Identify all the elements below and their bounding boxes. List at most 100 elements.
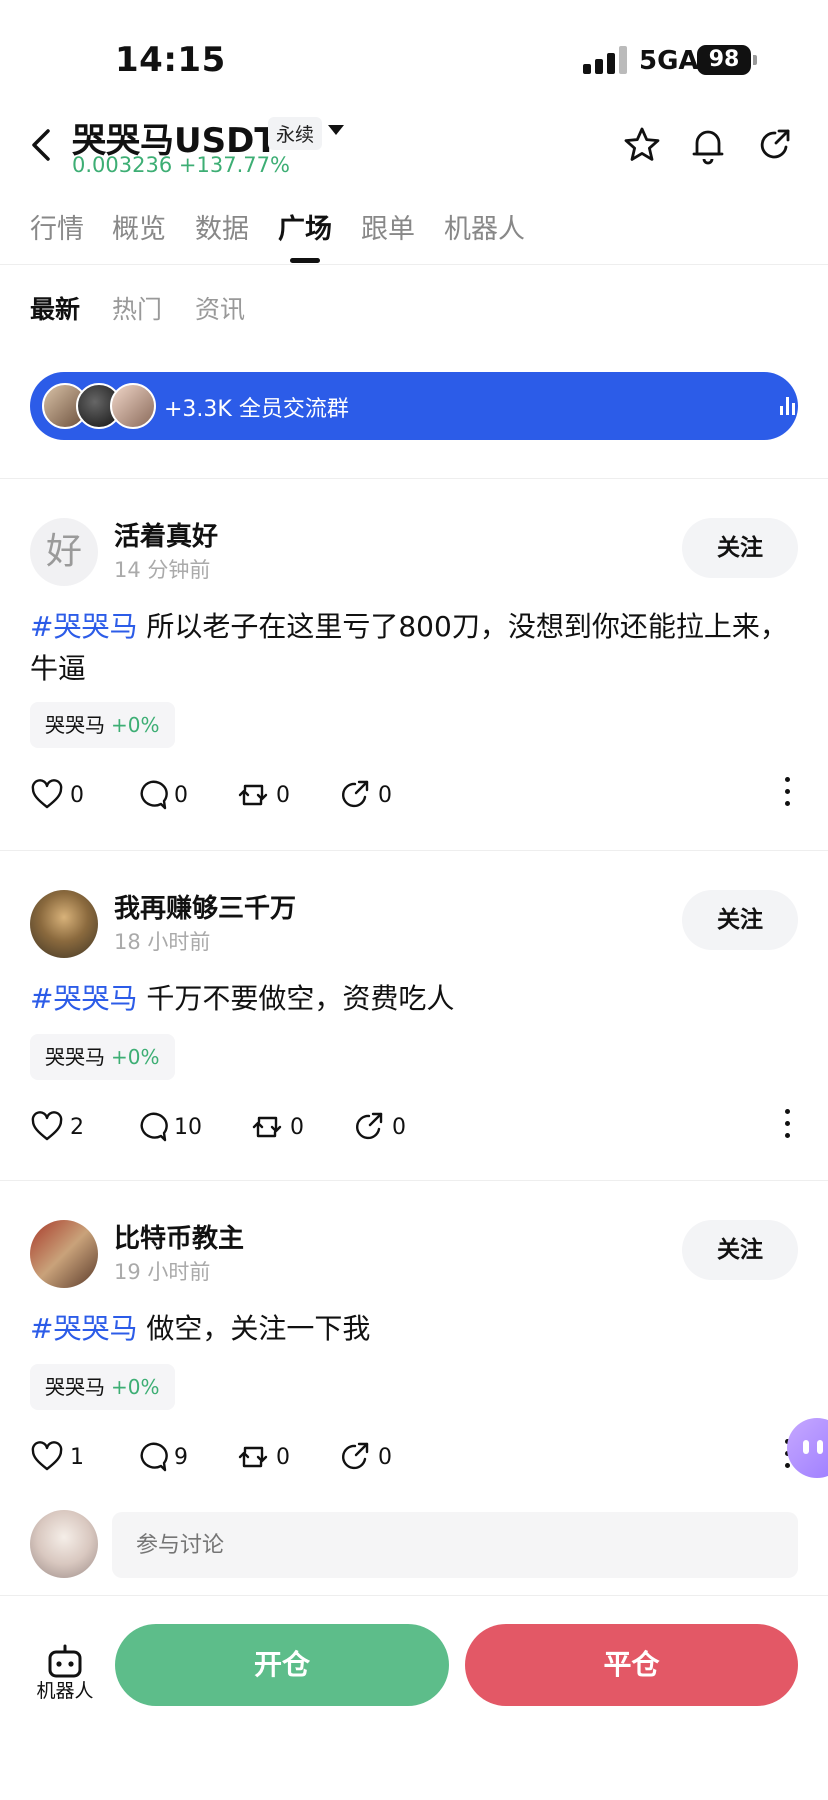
tab-data[interactable]: 数据	[195, 207, 249, 246]
status-time: 14:15	[115, 40, 226, 80]
comment-icon	[140, 1442, 168, 1472]
post-text: 做空，关注一下我	[137, 1312, 371, 1345]
share-button[interactable]: 0	[352, 1107, 406, 1147]
comment-count: 0	[174, 782, 188, 808]
comment-input[interactable]	[112, 1512, 798, 1578]
hashtag-link[interactable]: #哭哭马	[30, 1312, 137, 1345]
tab-square[interactable]: 广场	[278, 207, 332, 246]
tab-copy-trading[interactable]: 跟单	[361, 207, 415, 246]
repost-icon	[238, 1446, 268, 1468]
back-arrow-icon[interactable]	[28, 127, 58, 163]
like-count: 0	[70, 782, 84, 808]
like-button[interactable]: 2	[30, 1107, 84, 1147]
tab-bot[interactable]: 机器人	[444, 207, 525, 246]
avatar[interactable]: 好	[30, 518, 98, 586]
main-tabs: 行情 概览 数据 广场 跟单 机器人	[0, 195, 828, 265]
divider	[0, 850, 828, 851]
post-text: 所以老子在这里亏了800刀，没想到你还能拉上来，牛逼	[30, 610, 788, 685]
tab-overview[interactable]: 概览	[112, 207, 166, 246]
share-icon[interactable]	[755, 125, 795, 165]
post-author[interactable]: 活着真好	[114, 516, 218, 553]
like-count: 2	[70, 1114, 84, 1140]
close-position-button[interactable]: 平仓	[465, 1624, 798, 1706]
repost-count: 0	[290, 1114, 304, 1140]
price-value: 0.003236	[72, 153, 173, 177]
coin-chip-change: +0%	[111, 1375, 160, 1399]
comment-icon	[140, 780, 168, 810]
comment-button[interactable]: 9	[134, 1437, 188, 1477]
follow-button[interactable]: 关注	[682, 890, 798, 950]
tab-market[interactable]: 行情	[30, 207, 84, 246]
follow-button[interactable]: 关注	[682, 518, 798, 578]
post-body[interactable]: #哭哭马 所以老子在这里亏了800刀，没想到你还能拉上来，牛逼	[30, 606, 800, 690]
divider	[0, 1180, 828, 1181]
like-button[interactable]: 1	[30, 1437, 84, 1477]
share-count: 0	[378, 1444, 392, 1470]
active-tab-indicator	[290, 258, 320, 263]
avatar[interactable]	[30, 890, 98, 958]
comment-row	[0, 1510, 828, 1580]
repost-button[interactable]: 0	[236, 775, 290, 815]
repost-icon	[252, 1116, 282, 1138]
avatar[interactable]	[30, 1220, 98, 1288]
follow-button[interactable]: 关注	[682, 1220, 798, 1280]
repost-count: 0	[276, 1444, 290, 1470]
header: 哭哭马USDT 永续 0.003236 +137.77%	[0, 105, 828, 185]
subtab-latest[interactable]: 最新	[30, 290, 80, 326]
network-label: 5GA	[639, 46, 699, 76]
coin-chip-name: 哭哭马	[45, 1045, 105, 1069]
heart-icon	[31, 779, 63, 809]
share-count: 0	[378, 782, 392, 808]
contract-type-badge[interactable]: 永续	[268, 117, 323, 150]
coin-chip[interactable]: 哭哭马 +0%	[30, 1364, 175, 1410]
post-author[interactable]: 比特币教主	[114, 1218, 244, 1255]
post-author[interactable]: 我再赚够三千万	[114, 888, 296, 925]
star-icon[interactable]	[622, 125, 662, 165]
post-body[interactable]: #哭哭马 千万不要做空，资费吃人	[30, 978, 800, 1020]
post-text: 千万不要做空，资费吃人	[137, 982, 455, 1015]
comment-button[interactable]: 0	[134, 775, 188, 815]
status-bar: 14:15 5GA 98	[0, 0, 828, 110]
post-time: 19 小时前	[114, 1260, 211, 1284]
coin-chip-name: 哭哭马	[45, 1375, 105, 1399]
like-button[interactable]: 0	[30, 775, 84, 815]
share-button[interactable]: 0	[338, 775, 392, 815]
post-time: 18 小时前	[114, 930, 211, 954]
share-icon	[356, 1112, 383, 1140]
coin-chip[interactable]: 哭哭马 +0%	[30, 702, 175, 748]
post-actions: 1 9 0 0	[30, 1437, 800, 1477]
battery-tip	[753, 55, 757, 65]
robot-label[interactable]: 机器人	[30, 1676, 100, 1703]
coin-chip-change: +0%	[111, 713, 160, 737]
comment-icon	[140, 1112, 168, 1142]
more-options-icon[interactable]	[782, 775, 792, 809]
comment-count: 9	[174, 1444, 188, 1470]
comment-button[interactable]: 10	[134, 1107, 202, 1147]
more-options-icon[interactable]	[782, 1107, 792, 1141]
chevron-down-icon[interactable]	[328, 125, 344, 135]
share-button[interactable]: 0	[338, 1437, 392, 1477]
subtab-hot[interactable]: 热门	[112, 290, 162, 326]
price-row: 0.003236 +137.77%	[72, 153, 290, 177]
share-count: 0	[392, 1114, 406, 1140]
coin-chip[interactable]: 哭哭马 +0%	[30, 1034, 175, 1080]
sub-tabs: 最新 热门 资讯	[0, 290, 828, 330]
repost-count: 0	[276, 782, 290, 808]
hashtag-link[interactable]: #哭哭马	[30, 610, 137, 643]
post-time: 14 分钟前	[114, 558, 211, 582]
repost-button[interactable]: 0	[250, 1107, 304, 1147]
open-position-button[interactable]: 开仓	[115, 1624, 449, 1706]
hashtag-link[interactable]: #哭哭马	[30, 982, 137, 1015]
like-count: 1	[70, 1444, 84, 1470]
post-actions: 2 10 0 0	[30, 1107, 800, 1147]
avatar	[30, 1510, 98, 1578]
comment-count: 10	[174, 1114, 202, 1140]
repost-button[interactable]: 0	[236, 1437, 290, 1477]
group-chat-banner[interactable]: +3.3K 全员交流群	[30, 372, 798, 440]
bottom-bar: 机器人 开仓 平仓	[0, 1595, 828, 1800]
post-body[interactable]: #哭哭马 做空，关注一下我	[30, 1308, 800, 1350]
share-icon	[342, 1442, 369, 1470]
group-chat-label: +3.3K 全员交流群	[164, 397, 349, 422]
bell-icon[interactable]	[688, 125, 728, 165]
subtab-news[interactable]: 资讯	[195, 290, 245, 326]
